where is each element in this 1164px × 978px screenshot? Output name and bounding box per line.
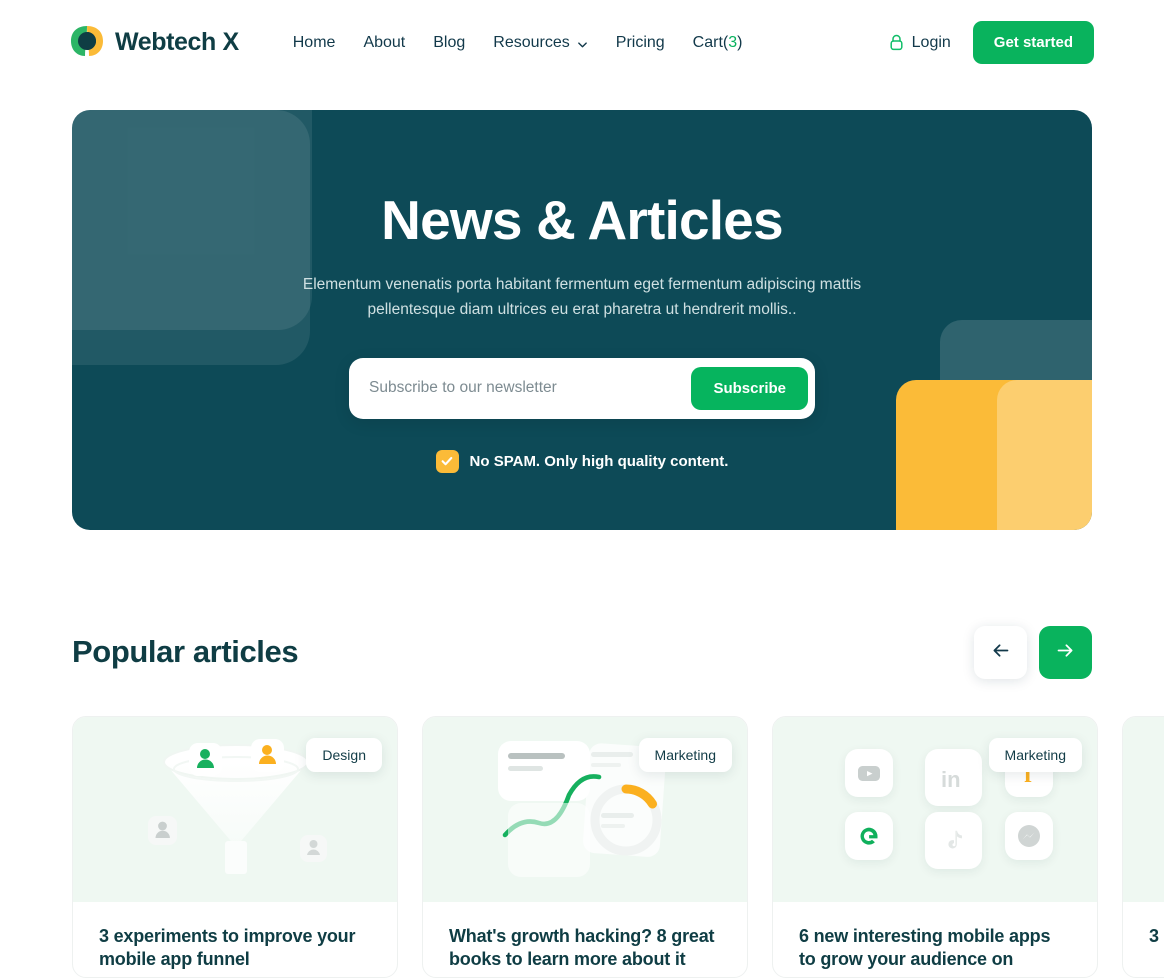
- site-header: Webtech X Home About Blog Resources Pric…: [0, 0, 1164, 85]
- spam-notice-label: No SPAM. Only high quality content.: [469, 452, 729, 470]
- messenger-icon: [1005, 812, 1053, 860]
- card-title: 3 experiments to improve your mobile app…: [99, 926, 356, 970]
- tiktok-icon: [925, 812, 982, 869]
- svg-text:in: in: [941, 767, 961, 792]
- nav-item-about[interactable]: About: [363, 34, 405, 52]
- carousel-prev-button[interactable]: [974, 625, 1027, 679]
- cart-count: 3: [728, 33, 738, 51]
- section-title: Popular articles: [72, 634, 299, 669]
- youtube-icon: [845, 749, 893, 797]
- card-tag[interactable]: Marketing: [638, 738, 732, 772]
- login-label: Login: [911, 33, 951, 51]
- header-actions: Login Get started: [889, 21, 1094, 64]
- login-link[interactable]: Login: [889, 34, 951, 52]
- newsletter-email-input[interactable]: [369, 379, 692, 398]
- card-title: 6 new interesting mobile apps to grow yo…: [799, 926, 1051, 970]
- card-image: Marketing: [423, 717, 747, 902]
- chevron-down-icon: [577, 37, 588, 48]
- hero-title: News & Articles: [381, 189, 783, 251]
- arrow-left-icon: [990, 640, 1011, 664]
- arrow-right-icon: [1055, 640, 1076, 664]
- nav-item-blog[interactable]: Blog: [433, 34, 465, 52]
- nav-item-resources[interactable]: Resources: [493, 34, 587, 52]
- cart-suffix: ): [737, 33, 743, 51]
- nav-label: About: [363, 33, 406, 51]
- google-icon: [845, 812, 893, 860]
- nav-label: Blog: [433, 33, 466, 51]
- card-title: What's growth hacking? 8 great books to …: [449, 926, 715, 970]
- nav-item-cart[interactable]: Cart(3): [693, 34, 743, 52]
- popular-articles-header: Popular articles: [72, 620, 1092, 684]
- hero-banner: News & Articles Elementum venenatis port…: [72, 110, 1092, 530]
- brand-logo[interactable]: Webtech X: [70, 25, 239, 61]
- article-card[interactable]: 3 m: [1122, 716, 1164, 978]
- nav-label: Home: [292, 33, 336, 51]
- hero-subtitle: Elementum venenatis porta habitant ferme…: [302, 275, 862, 318]
- article-card[interactable]: Design 3 experiments to improve your mob…: [72, 716, 398, 978]
- carousel-next-button[interactable]: [1039, 625, 1092, 679]
- article-card[interactable]: Marketing What's growth hacking? 8 great…: [422, 716, 748, 978]
- card-image: [1123, 717, 1164, 902]
- lock-icon: [889, 34, 904, 51]
- card-title: 3 m: [1149, 926, 1164, 946]
- article-card-list: Design 3 experiments to improve your mob…: [72, 716, 1164, 978]
- newsletter-form: Subscribe: [349, 357, 815, 419]
- carousel-controls: [974, 625, 1092, 679]
- nav-item-pricing[interactable]: Pricing: [616, 34, 665, 52]
- main-nav: Home About Blog Resources Pricing Cart(3…: [293, 34, 743, 52]
- nav-label: Pricing: [615, 33, 665, 51]
- card-image: Design: [73, 717, 397, 902]
- subscribe-button[interactable]: Subscribe: [691, 366, 808, 410]
- linkedin-icon: in: [925, 749, 982, 806]
- card-tag[interactable]: Design: [306, 738, 382, 772]
- nav-item-home[interactable]: Home: [293, 34, 336, 52]
- card-tag[interactable]: Marketing: [988, 738, 1082, 772]
- no-spam-checkbox[interactable]: [435, 449, 459, 473]
- card-image: in f Marketing: [773, 717, 1097, 902]
- brand-name: Webtech X: [115, 28, 239, 56]
- get-started-button[interactable]: Get started: [972, 21, 1094, 64]
- article-card[interactable]: in f Marketing 6 new interesting mobile …: [772, 716, 1098, 978]
- spam-notice: No SPAM. Only high quality content.: [435, 449, 729, 473]
- leaf-logo-icon: [70, 25, 104, 61]
- cart-label: Cart(: [692, 33, 729, 51]
- nav-label: Resources: [493, 33, 570, 51]
